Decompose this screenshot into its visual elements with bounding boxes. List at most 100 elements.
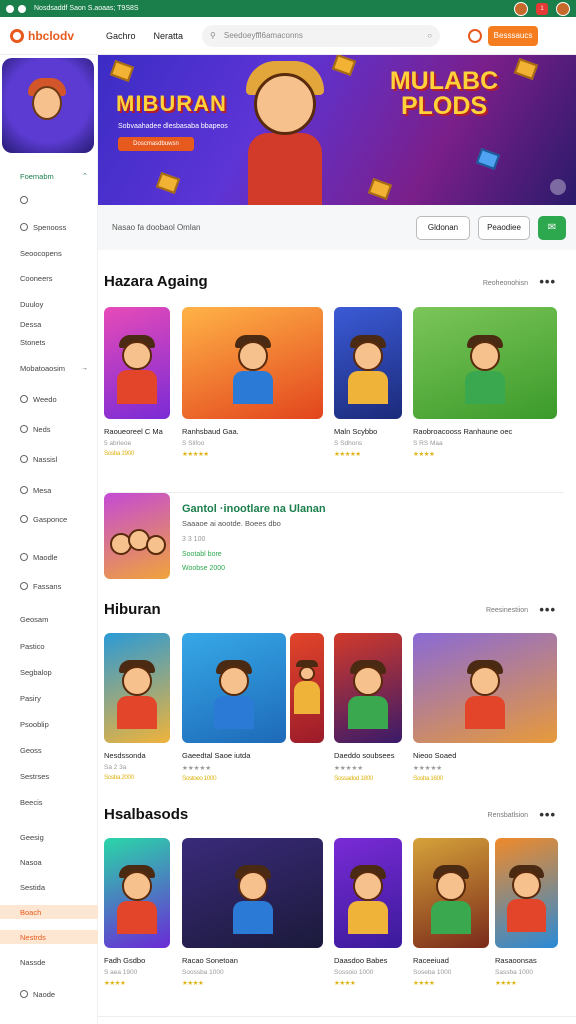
sidebar-item[interactable]: Maodle <box>0 550 98 564</box>
game-thumbnail[interactable] <box>334 838 402 948</box>
notification-badge[interactable]: 1 <box>536 2 548 15</box>
sidebar-item[interactable]: Naode <box>0 987 98 1001</box>
sidebar-item[interactable]: Nassde <box>0 955 98 969</box>
game-thumbnail[interactable] <box>413 307 557 419</box>
game-card[interactable]: Ranhsbaud Gaa. S Slifoo ★★★★★ <box>182 307 323 458</box>
more-options-icon[interactable]: ••• <box>539 807 556 822</box>
game-card[interactable]: Daasdoo Babes Sossoio 1000 ★★★★ <box>334 838 402 987</box>
sidebar-item[interactable]: Mobatoaosim → <box>0 361 98 375</box>
sidebar-item[interactable]: Spenooss <box>0 220 98 234</box>
game-card[interactable]: Nesdssonda Sa 2 3a Sosba 2000 <box>104 633 170 781</box>
section-more-link[interactable]: Reoheonohisn <box>483 280 528 287</box>
sidebar-item[interactable]: Neds <box>0 422 98 436</box>
game-thumbnail[interactable] <box>413 633 557 743</box>
sidebar-item[interactable]: Seoocopens <box>0 246 98 260</box>
avatar[interactable] <box>514 1 528 16</box>
sidebar-item[interactable]: Duuloy <box>0 297 98 311</box>
sidebar-item[interactable]: Segbalop <box>0 665 98 679</box>
game-card[interactable]: Raoueoreel C Ma 5 abrieoe Sosba 1900 <box>104 307 170 457</box>
game-card[interactable]: Racao Sonetoan Soossba 1000 ★★★★ <box>182 838 323 987</box>
game-thumbnail[interactable] <box>104 633 170 743</box>
sidebar-item[interactable]: Stonets <box>0 335 98 349</box>
game-card[interactable]: Gaeedtal Saoe iutda ★★★★★ Sostoeo 1000 <box>182 633 286 782</box>
chat-button[interactable]: ✉ <box>538 215 566 240</box>
app-logo[interactable]: hbclodv <box>10 28 106 43</box>
sidebar-item[interactable]: Nassisl <box>0 452 98 466</box>
game-title[interactable]: Racao Sonetoan <box>182 956 323 965</box>
game-title[interactable]: Nesdssonda <box>104 751 170 760</box>
more-options-icon[interactable]: ••• <box>539 274 556 289</box>
sidebar-item[interactable]: Foemabm ⌃ <box>0 169 98 183</box>
game-card[interactable]: Fadh Gsdbo S aea 1900 ★★★★ <box>104 838 170 987</box>
sidebar-item[interactable]: Fassans <box>0 579 98 593</box>
sidebar-item[interactable]: Sestrses <box>0 769 98 783</box>
featured-title[interactable]: Gantol ·inootlare na Ulanan <box>182 503 326 515</box>
game-title[interactable]: Maln Scybbo <box>334 427 402 436</box>
game-title[interactable]: Nieoo Soaed <box>413 751 557 760</box>
nav-link-1[interactable]: Neratta <box>154 31 184 41</box>
section-more-link[interactable]: Reesinestiion <box>486 607 528 614</box>
section-more-link[interactable]: Rensbatlsion <box>488 812 528 819</box>
game-thumbnail[interactable] <box>104 307 170 419</box>
sidebar-item[interactable]: Boach <box>0 905 98 919</box>
search-input[interactable]: ⚲ Seedoeyffl6amaconns ○ <box>202 24 440 47</box>
sidebar-item[interactable]: Gasponce <box>0 512 98 526</box>
game-card[interactable]: Daeddo soubsees ★★★★★ Sossadod 1800 <box>334 633 402 782</box>
carousel-control[interactable] <box>550 179 566 195</box>
sidebar-item-label: Pasiry <box>20 693 41 703</box>
game-title[interactable]: Rasaoonsas <box>495 956 558 965</box>
history-icon[interactable] <box>468 28 482 43</box>
sidebar-item[interactable]: Pasiry <box>0 691 98 705</box>
sidebar-item[interactable]: Geesig <box>0 830 98 844</box>
game-title[interactable]: Raceeiuad <box>413 956 489 965</box>
game-card[interactable] <box>290 633 324 743</box>
filter-button-secondary[interactable]: Peaodiee <box>478 215 530 240</box>
game-card[interactable]: Maln Scybbo S Sdhons ★★★★★ <box>334 307 402 458</box>
featured-game-art[interactable] <box>104 493 170 579</box>
sidebar-item[interactable]: Nasoa <box>0 855 98 869</box>
game-title[interactable]: Ranhsbaud Gaa. <box>182 427 323 436</box>
game-card[interactable]: Raceeiuad Soseba 1000 ★★★★ <box>413 838 489 987</box>
sidebar-item[interactable]: Geosam <box>0 612 98 626</box>
game-thumbnail[interactable] <box>495 838 558 948</box>
game-title[interactable]: Daasdoo Babes <box>334 956 402 965</box>
login-button[interactable]: Besssaucs <box>488 25 538 46</box>
game-thumbnail[interactable] <box>104 838 170 948</box>
game-thumbnail[interactable] <box>334 307 402 419</box>
sidebar-item[interactable]: Dessa <box>0 317 98 331</box>
sidebar-item[interactable]: Geoss <box>0 743 98 757</box>
nav-link-0[interactable]: Gachro <box>106 31 136 41</box>
sidebar-item[interactable]: Beecis <box>0 795 98 809</box>
filter-button-primary[interactable]: Gldonan <box>416 215 470 240</box>
sidebar-item[interactable]: Psooblip <box>0 717 98 731</box>
hero-play-button[interactable]: Doscmasdbuwsn <box>118 137 194 151</box>
sidebar-item-label: Dessa <box>20 319 42 329</box>
sidebar-item[interactable]: Nestrds <box>0 930 98 944</box>
sidebar-item[interactable]: Mesa <box>0 483 98 497</box>
sidebar-featured-thumbnail[interactable] <box>2 58 94 153</box>
game-thumbnail[interactable] <box>413 838 489 948</box>
game-title[interactable]: Gaeedtal Saoe iutda <box>182 751 286 760</box>
sidebar-item[interactable]: Pastico <box>0 639 98 653</box>
game-thumbnail[interactable] <box>334 633 402 743</box>
game-title[interactable]: Daeddo soubsees <box>334 751 402 760</box>
game-thumbnail[interactable] <box>182 838 323 948</box>
sidebar-item[interactable]: Cooneers <box>0 271 98 285</box>
game-thumbnail[interactable] <box>290 633 324 743</box>
sidebar-item[interactable]: Weedo <box>0 392 98 406</box>
profile-avatar[interactable] <box>556 1 570 16</box>
game-title[interactable]: Raobroacooss Ranhaune oec <box>413 427 557 436</box>
sidebar-item[interactable] <box>0 193 98 207</box>
game-title[interactable]: Fadh Gsdbo <box>104 956 170 965</box>
search-clear-icon[interactable]: ○ <box>427 31 432 40</box>
game-thumbnail[interactable] <box>182 633 286 743</box>
game-thumbnail[interactable] <box>182 307 323 419</box>
game-card[interactable]: Raobroacooss Ranhaune oec S RS Maa ★★★★ <box>413 307 557 458</box>
hero-banner[interactable]: MIBURAN Sobvaahadee dlesbasaba bbapeos D… <box>98 55 576 205</box>
more-options-icon[interactable]: ••• <box>539 602 556 617</box>
featured-game-row[interactable]: Gantol ·inootlare na Ulanan Saaaoe ai ao… <box>104 492 564 582</box>
game-title[interactable]: Raoueoreel C Ma <box>104 427 170 436</box>
game-card[interactable]: Nieoo Soaed ★★★★★ Sosba 1600 <box>413 633 557 782</box>
game-card[interactable]: Rasaoonsas Sassba 1000 ★★★★ <box>495 838 558 987</box>
sidebar-item[interactable]: Sestida <box>0 880 98 894</box>
